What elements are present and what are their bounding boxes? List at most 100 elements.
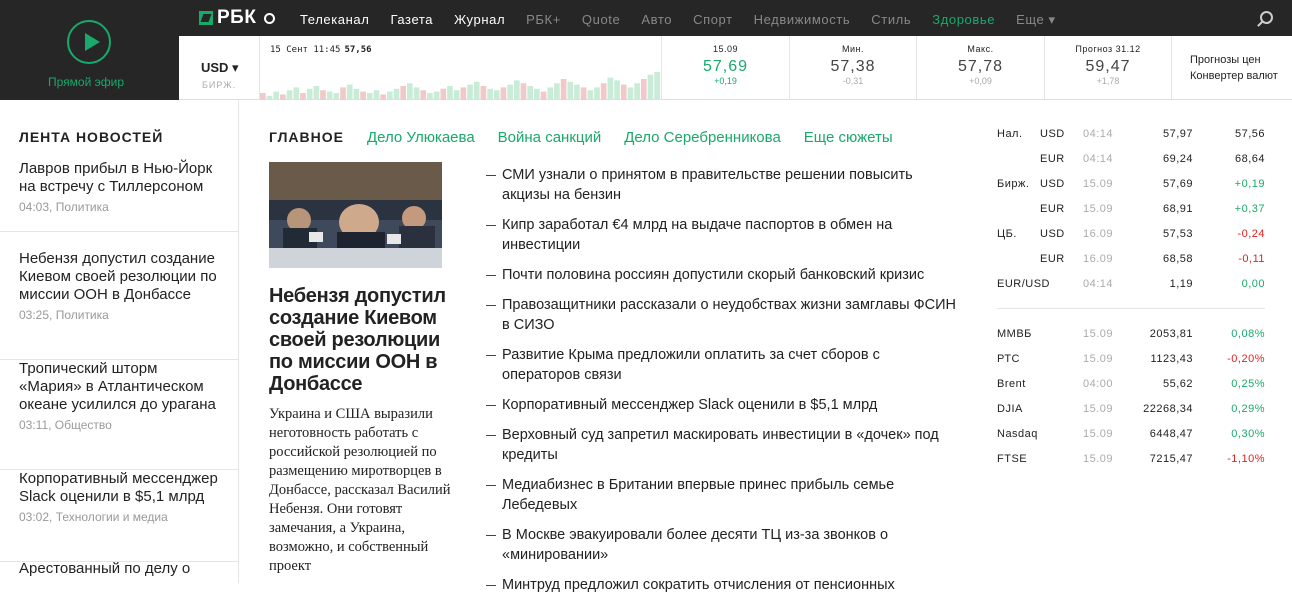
spark-bar	[460, 87, 467, 100]
news-item[interactable]: Верховный суд запретил маскировать инвес…	[486, 425, 961, 465]
play-icon[interactable]	[67, 20, 111, 64]
story-tab[interactable]: ГЛАВНОЕ	[269, 129, 344, 146]
logo-mark-icon	[199, 11, 213, 25]
logo-text: РБК	[217, 7, 257, 28]
index-change: 0,08%	[1231, 328, 1265, 340]
news-item[interactable]: Корпоративный мессенджер Slack оценили в…	[486, 395, 961, 415]
spark-bar	[600, 83, 607, 100]
nav-item[interactable]: Недвижимость	[754, 12, 851, 28]
feed-item-title[interactable]: Корпоративный мессенджер Slack оценили в…	[19, 470, 220, 506]
rate-date: 16.09	[1083, 253, 1114, 265]
index-date: 15.09	[1083, 328, 1114, 340]
rate-value: 1,19	[1169, 278, 1193, 290]
story-tab[interactable]: Дело Улюкаева	[367, 129, 475, 146]
spark-time: 15 Сент 11:45	[270, 45, 341, 55]
index-row: ММВБ 15.09 2053,81 0,08%	[997, 328, 1265, 353]
live-label[interactable]: Прямой эфир	[0, 75, 172, 89]
index-value: 2053,81	[1149, 328, 1193, 340]
index-row: DJIA 15.09 22268,34 0,29%	[997, 403, 1265, 428]
feed-item[interactable]: Лавров прибыл в Нью-Йорк на встречу с Ти…	[0, 160, 238, 232]
news-item[interactable]: Кипр заработал €4 млрд на выдаче паспорт…	[486, 215, 961, 255]
quote-cell[interactable]: Прогноз 31.12 59,47 +1,78	[1043, 36, 1172, 100]
story-tab[interactable]: Война санкций	[498, 129, 602, 146]
nav-item[interactable]: Здоровье	[932, 12, 995, 28]
feed-item[interactable]: Небензя допустил создание Киевом своей р…	[0, 250, 238, 360]
sparkline-chart[interactable]: 15 Сент 11:45 57,56	[260, 36, 661, 100]
spark-bar	[306, 88, 313, 100]
rate-group: EUR/USD	[997, 278, 1051, 290]
index-date: 15.09	[1083, 428, 1114, 440]
index-value: 55,62	[1162, 378, 1193, 390]
index-name: ММВБ	[997, 328, 1032, 340]
un-council-photo	[269, 162, 442, 268]
story-tab[interactable]: Еще сюжеты	[804, 129, 893, 146]
rate-change: -0,11	[1238, 253, 1265, 265]
forecast-link[interactable]: Прогнозы цен	[1190, 52, 1292, 68]
quote-price: 57,38	[830, 58, 876, 75]
index-date: 04:00	[1083, 378, 1114, 390]
spark-bar	[654, 72, 660, 100]
live-stream[interactable]: Прямой эфир	[0, 0, 179, 100]
news-item[interactable]: Медиабизнес в Британии впервые принес пр…	[486, 475, 961, 515]
nav-item[interactable]: Газета	[390, 12, 433, 28]
feed-item-title[interactable]: Небензя допустил создание Киевом своей р…	[19, 250, 220, 304]
spark-bar	[487, 88, 493, 100]
converter-link[interactable]: Конвертер валют	[1190, 68, 1292, 84]
spark-bar	[313, 86, 320, 100]
nav-item[interactable]: РБК+	[526, 12, 561, 28]
spark-bar	[473, 81, 480, 100]
spark-bar	[420, 90, 427, 100]
feed-item-title[interactable]: Лавров прибыл в Нью-Йорк на встречу с Ти…	[19, 160, 220, 196]
feed-item-meta: 04:03, Политика	[19, 200, 109, 214]
spark-bar	[580, 87, 587, 100]
quote-price: 59,47	[1085, 58, 1131, 75]
main-story-image[interactable]	[269, 162, 442, 268]
index-change: -0,20%	[1227, 353, 1265, 365]
rate-change: +0,19	[1234, 178, 1265, 190]
story-tab[interactable]: Дело Серебренникова	[624, 129, 781, 146]
news-item[interactable]: СМИ узнали о принятом в правительстве ре…	[486, 165, 961, 205]
spark-bar	[614, 80, 620, 100]
rbc-logo[interactable]: РБК	[199, 7, 276, 28]
nav-item[interactable]: Журнал	[454, 12, 505, 28]
main-story-headline[interactable]: Небензя допустил создание Киевом своей р…	[269, 285, 459, 395]
spark-bar	[627, 87, 634, 100]
nav-item[interactable]: Телеканал	[300, 12, 369, 28]
feed-item[interactable]: Арестованный по делу о	[0, 560, 238, 583]
index-row: Brent 04:00 55,62 0,25%	[997, 378, 1265, 403]
quote-cell[interactable]: 15.09 57,69 +0,19	[661, 36, 789, 100]
search-icon[interactable]	[1260, 11, 1273, 24]
news-item[interactable]: Почти половина россиян допустили скорый …	[486, 265, 961, 285]
rate-value: 57,97	[1162, 128, 1193, 140]
nav-item[interactable]: Еще ▾	[1016, 12, 1056, 28]
feed-item-title[interactable]: Тропический шторм «Мария» в Атлантическо…	[19, 360, 220, 414]
currency-selector[interactable]: USD ▾ БИРЖ.	[179, 36, 260, 100]
main-story-lead: Украина и США выразили неготовность рабо…	[269, 406, 451, 574]
quote-cell[interactable]: Макс. 57,78 +0,09	[916, 36, 1044, 100]
spark-bar	[413, 87, 420, 100]
currency-value[interactable]: USD ▾	[201, 60, 239, 76]
quote-label: Макс.	[967, 44, 994, 54]
news-item[interactable]: Правозащитники рассказали о неудобствах …	[486, 295, 961, 335]
rate-date: 15.09	[1083, 203, 1114, 215]
quote-cell[interactable]: Мин. 57,38 -0,31	[788, 36, 917, 100]
news-item[interactable]: Развитие Крыма предложили оплатить за сч…	[486, 345, 961, 385]
rate-value: 57,53	[1162, 228, 1193, 240]
feed-item[interactable]: Тропический шторм «Мария» в Атлантическо…	[0, 360, 238, 470]
nav-item[interactable]: Стиль	[871, 12, 911, 28]
nav-item[interactable]: Quote	[582, 12, 620, 28]
feed-item-title[interactable]: Арестованный по делу о	[19, 560, 220, 578]
spark-bar	[527, 86, 534, 100]
feed-item[interactable]: Корпоративный мессенджер Slack оценили в…	[0, 470, 238, 562]
rate-group: Нал.	[997, 128, 1023, 140]
spark-bar	[607, 77, 614, 100]
spark-bar	[594, 87, 600, 100]
nav-item[interactable]: Спорт	[693, 12, 733, 28]
nav-item[interactable]: Авто	[641, 12, 672, 28]
news-item[interactable]: Минтруд предложил сократить отчисления о…	[486, 575, 961, 595]
news-item[interactable]: В Москве эвакуировали более десяти ТЦ из…	[486, 525, 961, 565]
rate-date: 04:14	[1083, 153, 1114, 165]
globe-icon[interactable]	[264, 12, 276, 24]
spark-bar	[360, 91, 366, 100]
news-feed: ЛЕНТА НОВОСТЕЙ Лавров прибыл в Нью-Йорк …	[0, 100, 239, 583]
